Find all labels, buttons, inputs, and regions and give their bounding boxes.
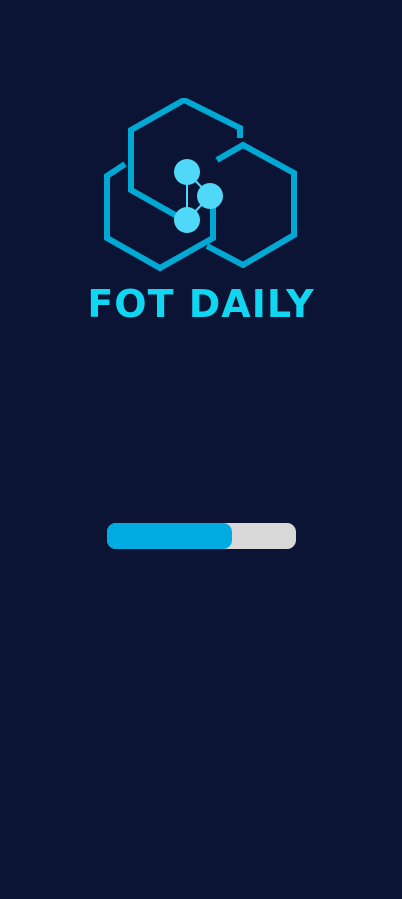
loading-progress-fill [107, 523, 232, 549]
brand-name: FOT DAILY [87, 282, 315, 326]
loading-progress-bar [107, 523, 296, 549]
splash-screen: FOT DAILY [0, 0, 402, 899]
hexagon-molecule-logo-icon [103, 98, 299, 272]
